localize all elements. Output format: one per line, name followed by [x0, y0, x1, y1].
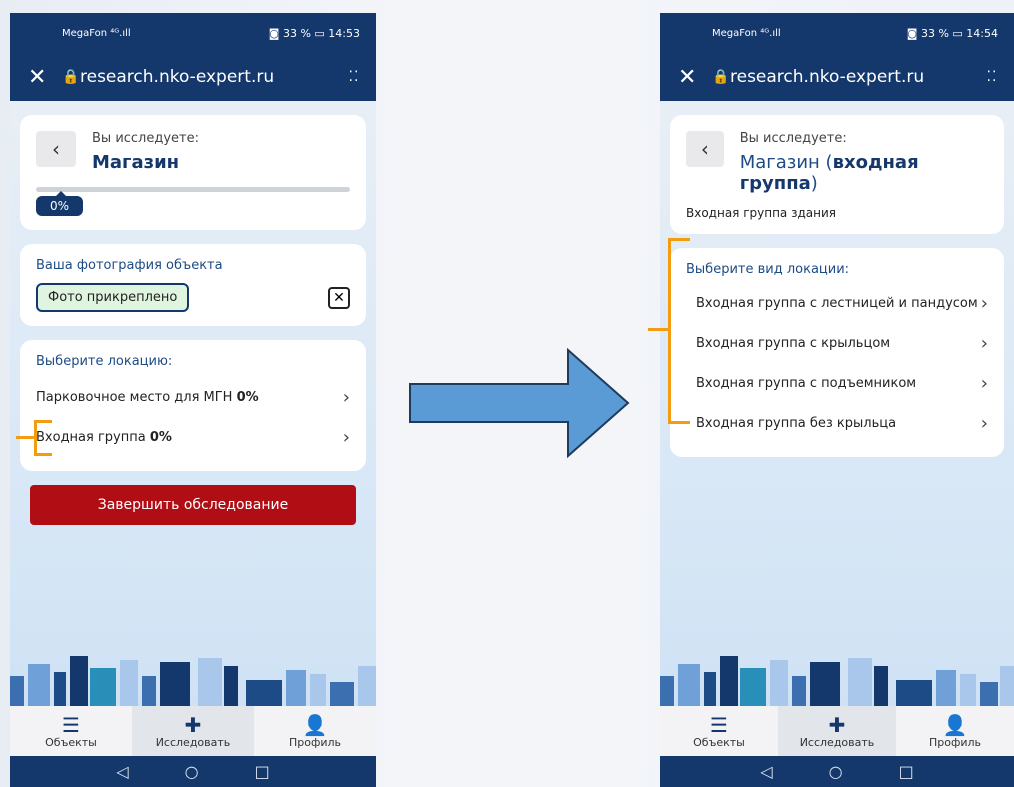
menu-dots-icon[interactable]: ⁚⁚ — [346, 70, 362, 84]
list-icon: ☰ — [62, 712, 80, 737]
object-header-card: ‹ Вы исследуете: Магазин (входная группа… — [670, 115, 1004, 234]
object-name: Магазин — [92, 152, 180, 173]
recents-nav-icon[interactable]: □ — [899, 762, 914, 781]
page-content: ‹ Вы исследуете: Магазин (входная группа… — [660, 101, 1014, 706]
highlight-bracket-tick — [648, 328, 668, 331]
user-icon: 👤 — [942, 712, 968, 737]
user-icon: 👤 — [302, 712, 328, 737]
back-nav-icon[interactable]: ◁ — [760, 762, 772, 781]
plus-icon: ✚ — [184, 712, 202, 737]
chevron-right-icon: › — [342, 387, 350, 408]
location-type-lift[interactable]: Входная группа с подъемником › — [676, 363, 998, 403]
location-type-porch[interactable]: Входная группа с крыльцом › — [676, 323, 998, 363]
remove-photo-icon[interactable]: ✕ — [328, 286, 350, 309]
object-subtitle: Входная группа здания — [686, 206, 836, 220]
lock-icon: 🔒 — [62, 69, 80, 85]
exploring-label: Вы исследуете: — [92, 131, 199, 146]
android-nav-bar: ◁ ○ □ — [10, 756, 376, 787]
tab-objects[interactable]: ☰ Объекты — [660, 706, 778, 756]
object-header-card: ‹ Вы исследуете: Магазин 0% — [20, 115, 366, 230]
battery-time: ◙ 33 % ▭ 14:54 — [906, 26, 998, 40]
recents-nav-icon[interactable]: □ — [255, 762, 270, 781]
city-skyline-illustration — [10, 656, 376, 706]
battery-time: ◙ 33 % ▭ 14:53 — [268, 26, 360, 40]
location-card: Выберите локацию: Парковочное место для … — [20, 340, 366, 471]
location-type-no-porch[interactable]: Входная группа без крыльца › — [676, 403, 998, 443]
chevron-right-icon: › — [342, 427, 350, 448]
progress-badge: 0% — [36, 191, 84, 216]
highlight-bracket — [668, 238, 690, 424]
chevron-left-icon: ‹ — [700, 137, 709, 161]
list-icon: ☰ — [710, 712, 728, 737]
chevron-right-icon: › — [980, 333, 988, 354]
city-skyline-illustration — [660, 656, 1014, 706]
location-item-parking[interactable]: Парковочное место для МГН 0% › — [26, 377, 360, 417]
bottom-tab-bar: ☰ Объекты ✚ Исследовать 👤 Профиль — [660, 706, 1014, 756]
back-button[interactable]: ‹ — [686, 131, 724, 167]
close-icon[interactable]: ✕ — [678, 65, 712, 90]
tab-explore[interactable]: ✚ Исследовать — [132, 706, 254, 756]
back-nav-icon[interactable]: ◁ — [116, 762, 128, 781]
carrier-label: MegaFon ⁴ᴳ.ıll — [62, 27, 131, 39]
home-nav-icon[interactable]: ○ — [185, 762, 199, 781]
browser-address-bar: ✕ 🔒 research.nko-expert.ru ⁚⁚ — [660, 53, 1014, 101]
object-name: Магазин (входная группа) — [739, 152, 919, 194]
bottom-tab-bar: ☰ Объекты ✚ Исследовать 👤 Профиль — [10, 706, 376, 756]
photo-label: Ваша фотография объекта — [36, 258, 223, 273]
highlight-bracket — [34, 420, 52, 456]
back-button[interactable]: ‹ — [36, 131, 76, 167]
android-nav-bar: ◁ ○ □ — [660, 756, 1014, 787]
carrier-label: MegaFon ⁴ᴳ.ıll — [712, 27, 781, 39]
home-nav-icon[interactable]: ○ — [829, 762, 843, 781]
tab-explore[interactable]: ✚ Исследовать — [778, 706, 896, 756]
tab-objects[interactable]: ☰ Объекты — [10, 706, 132, 756]
close-icon[interactable]: ✕ — [28, 65, 62, 90]
chevron-left-icon: ‹ — [52, 137, 60, 161]
exploring-label: Вы исследуете: — [739, 131, 847, 146]
menu-dots-icon[interactable]: ⁚⁚ — [984, 70, 1000, 84]
tab-profile[interactable]: 👤 Профиль — [896, 706, 1014, 756]
url-text[interactable]: research.nko-expert.ru — [730, 67, 984, 87]
location-type-label: Выберите вид локации: — [686, 262, 850, 277]
lock-icon: 🔒 — [712, 69, 730, 85]
phone-screen-after: MegaFon ⁴ᴳ.ıll ◙ 33 % ▭ 14:54 ✕ 🔒 resear… — [660, 13, 1014, 787]
status-bar: MegaFon ⁴ᴳ.ıll ◙ 33 % ▭ 14:54 — [660, 13, 1014, 53]
browser-address-bar: ✕ 🔒 research.nko-expert.ru ⁚⁚ — [10, 53, 376, 101]
photo-attached-badge: Фото прикреплено — [36, 283, 190, 312]
chevron-right-icon: › — [980, 413, 988, 434]
location-label: Выберите локацию: — [36, 354, 173, 369]
chevron-right-icon: › — [980, 373, 988, 394]
progress-bar — [36, 187, 350, 192]
plus-icon: ✚ — [828, 712, 846, 737]
url-text[interactable]: research.nko-expert.ru — [80, 67, 346, 87]
chevron-right-icon: › — [980, 293, 988, 314]
location-type-stairs-ramp[interactable]: Входная группа с лестницей и пандусом › — [676, 283, 998, 323]
photo-card: Ваша фотография объекта Фото прикреплено… — [20, 244, 366, 326]
tab-profile[interactable]: 👤 Профиль — [254, 706, 376, 756]
finish-survey-button[interactable]: Завершить обследование — [30, 485, 356, 525]
page-content: ‹ Вы исследуете: Магазин 0% Ваша фотогра… — [10, 101, 376, 706]
location-item-entrance[interactable]: Входная группа 0% › — [26, 417, 360, 457]
transition-arrow-icon — [409, 348, 630, 458]
phone-screen-before: MegaFon ⁴ᴳ.ıll ◙ 33 % ▭ 14:53 ✕ 🔒 resear… — [10, 13, 376, 787]
status-bar: MegaFon ⁴ᴳ.ıll ◙ 33 % ▭ 14:53 — [10, 13, 376, 53]
highlight-bracket-tick — [16, 436, 34, 439]
location-type-card: Выберите вид локации: Входная группа с л… — [670, 248, 1004, 457]
